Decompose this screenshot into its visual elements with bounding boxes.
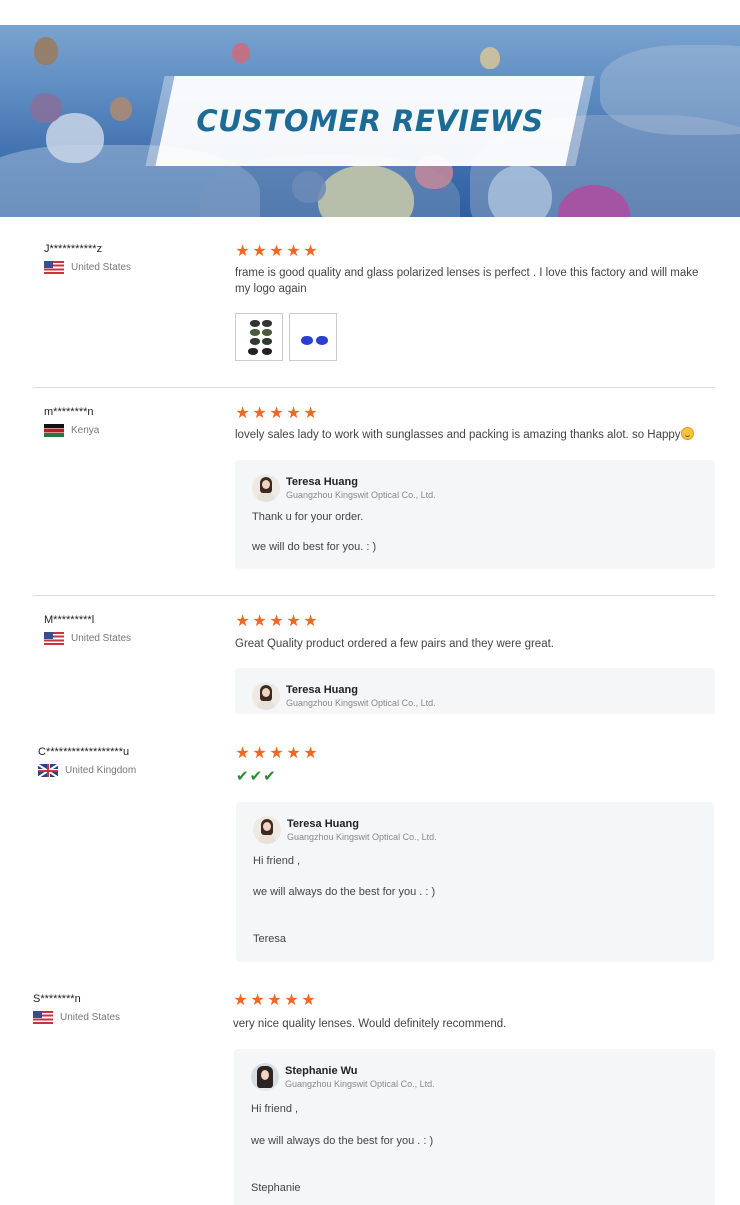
sunglasses-photo-thumbnail[interactable] (235, 313, 283, 361)
us-flag-icon (44, 632, 64, 645)
reviewer-info: S********n United States (33, 993, 120, 1024)
reply-author-name: Teresa Huang (286, 476, 358, 488)
star-icon: ★ (235, 405, 250, 422)
review-comment: lovely sales lady to work with sunglasse… (235, 429, 681, 441)
review-comment-wrap: lovely sales lady to work with sunglasse… (235, 427, 715, 443)
star-icon: ★ (235, 243, 250, 260)
us-flag-icon (44, 261, 64, 274)
reviewer-name: m********n (44, 406, 94, 418)
star-icon: ★ (252, 405, 267, 422)
reviewer-info: J***********z United States (44, 243, 131, 274)
reviewer-country: United States (71, 633, 132, 644)
checkmark-icon: ✔ (249, 768, 263, 785)
reply-text: we will do best for you. : ) (252, 541, 377, 553)
star-icon: ★ (284, 992, 299, 1009)
reply-company: Guangzhou Kingswit Optical Co., Ltd. (286, 490, 436, 500)
checkmark-icon: ✔ (263, 768, 276, 785)
reviewer-info: m********n Kenya (44, 406, 99, 437)
avatar (253, 816, 281, 844)
star-icon: ★ (303, 745, 318, 762)
star-icon: ★ (269, 613, 284, 630)
reviewer-name: J***********z (44, 243, 103, 255)
star-icon: ★ (303, 405, 318, 422)
star-icon: ★ (286, 613, 301, 630)
seller-reply: Teresa Huang Guangzhou Kingswit Optical … (235, 460, 715, 569)
reply-author-name: Stephanie Wu (285, 1065, 358, 1077)
star-icon: ★ (235, 613, 250, 630)
star-icon: ★ (303, 613, 318, 630)
review-comment: very nice quality lenses. Would definite… (233, 1018, 507, 1030)
star-rating: ★ ★ ★ ★ ★ (233, 992, 316, 1009)
star-icon: ★ (252, 243, 267, 260)
review-images (235, 313, 337, 361)
review-comment: Great Quality product ordered a few pair… (235, 638, 554, 650)
avatar (252, 682, 280, 710)
reviews-banner: CUSTOMER REVIEWS (0, 25, 740, 217)
reply-text: Teresa (253, 933, 287, 945)
reply-author-name: Teresa Huang (287, 818, 359, 830)
reviewer-info: M*********l United States (44, 614, 131, 645)
star-rating: ★ ★ ★ ★ ★ (235, 405, 318, 422)
reviewer-name: C******************u (38, 746, 130, 758)
star-icon: ★ (286, 745, 301, 762)
star-icon: ★ (269, 405, 284, 422)
seller-reply: Teresa Huang Guangzhou Kingswit Optical … (235, 668, 715, 714)
review-comment: frame is good quality and glass polarize… (235, 267, 699, 295)
star-rating: ★ ★ ★ ★ ★ (235, 613, 318, 630)
reviewer-name: M*********l (44, 614, 95, 626)
star-icon: ★ (252, 745, 267, 762)
star-icon: ★ (303, 243, 318, 260)
reviewer-country: United Kingdom (65, 765, 137, 776)
review-divider (33, 387, 715, 388)
page-title: CUSTOMER REVIEWS (196, 104, 544, 138)
avatar (252, 474, 280, 502)
checkmarks: ✔ ✔ ✔ (236, 767, 276, 785)
star-rating: ★ ★ ★ ★ ★ (235, 745, 318, 762)
star-icon: ★ (267, 992, 282, 1009)
sunglasses-photo-thumbnail[interactable] (289, 313, 337, 361)
kenya-flag-icon (44, 424, 64, 437)
seller-reply: Teresa Huang Guangzhou Kingswit Optical … (236, 802, 714, 962)
star-icon: ★ (235, 745, 250, 762)
reply-text: we will always do the best for you . : ) (253, 886, 436, 898)
smiling-face-icon (680, 427, 694, 440)
star-icon: ★ (301, 992, 316, 1009)
checkmark-icon: ✔ (236, 768, 249, 785)
seller-reply: Stephanie Wu Guangzhou Kingswit Optical … (234, 1049, 715, 1205)
star-icon: ★ (252, 613, 267, 630)
reviewer-country: Kenya (71, 425, 100, 436)
reply-author-name: Teresa Huang (286, 684, 358, 696)
avatar (251, 1063, 279, 1091)
uk-flag-icon (38, 764, 58, 777)
star-icon: ★ (269, 745, 284, 762)
reviewer-country: United States (71, 262, 132, 273)
star-icon: ★ (233, 992, 248, 1009)
reviewer-info: C******************u United Kingdom (38, 746, 136, 777)
star-icon: ★ (286, 405, 301, 422)
reviewer-country: United States (60, 1012, 121, 1023)
reviewer-name: S********n (33, 993, 81, 1005)
star-icon: ★ (250, 992, 265, 1009)
reply-text: Hi friend , (253, 855, 301, 867)
reply-text: we will always do the best for you . : ) (251, 1135, 434, 1147)
reply-company: Guangzhou Kingswit Optical Co., Ltd. (285, 1079, 435, 1089)
us-flag-icon (33, 1011, 53, 1024)
star-rating: ★ ★ ★ ★ ★ (235, 243, 318, 260)
reply-text: Hi friend , (251, 1103, 299, 1115)
review-divider (33, 595, 715, 596)
reply-company: Guangzhou Kingswit Optical Co., Ltd. (287, 832, 437, 842)
star-icon: ★ (269, 243, 284, 260)
reply-company: Guangzhou Kingswit Optical Co., Ltd. (286, 698, 436, 708)
star-icon: ★ (286, 243, 301, 260)
reply-text: Thank u for your order. (252, 511, 364, 523)
reply-text: Stephanie (251, 1182, 301, 1194)
